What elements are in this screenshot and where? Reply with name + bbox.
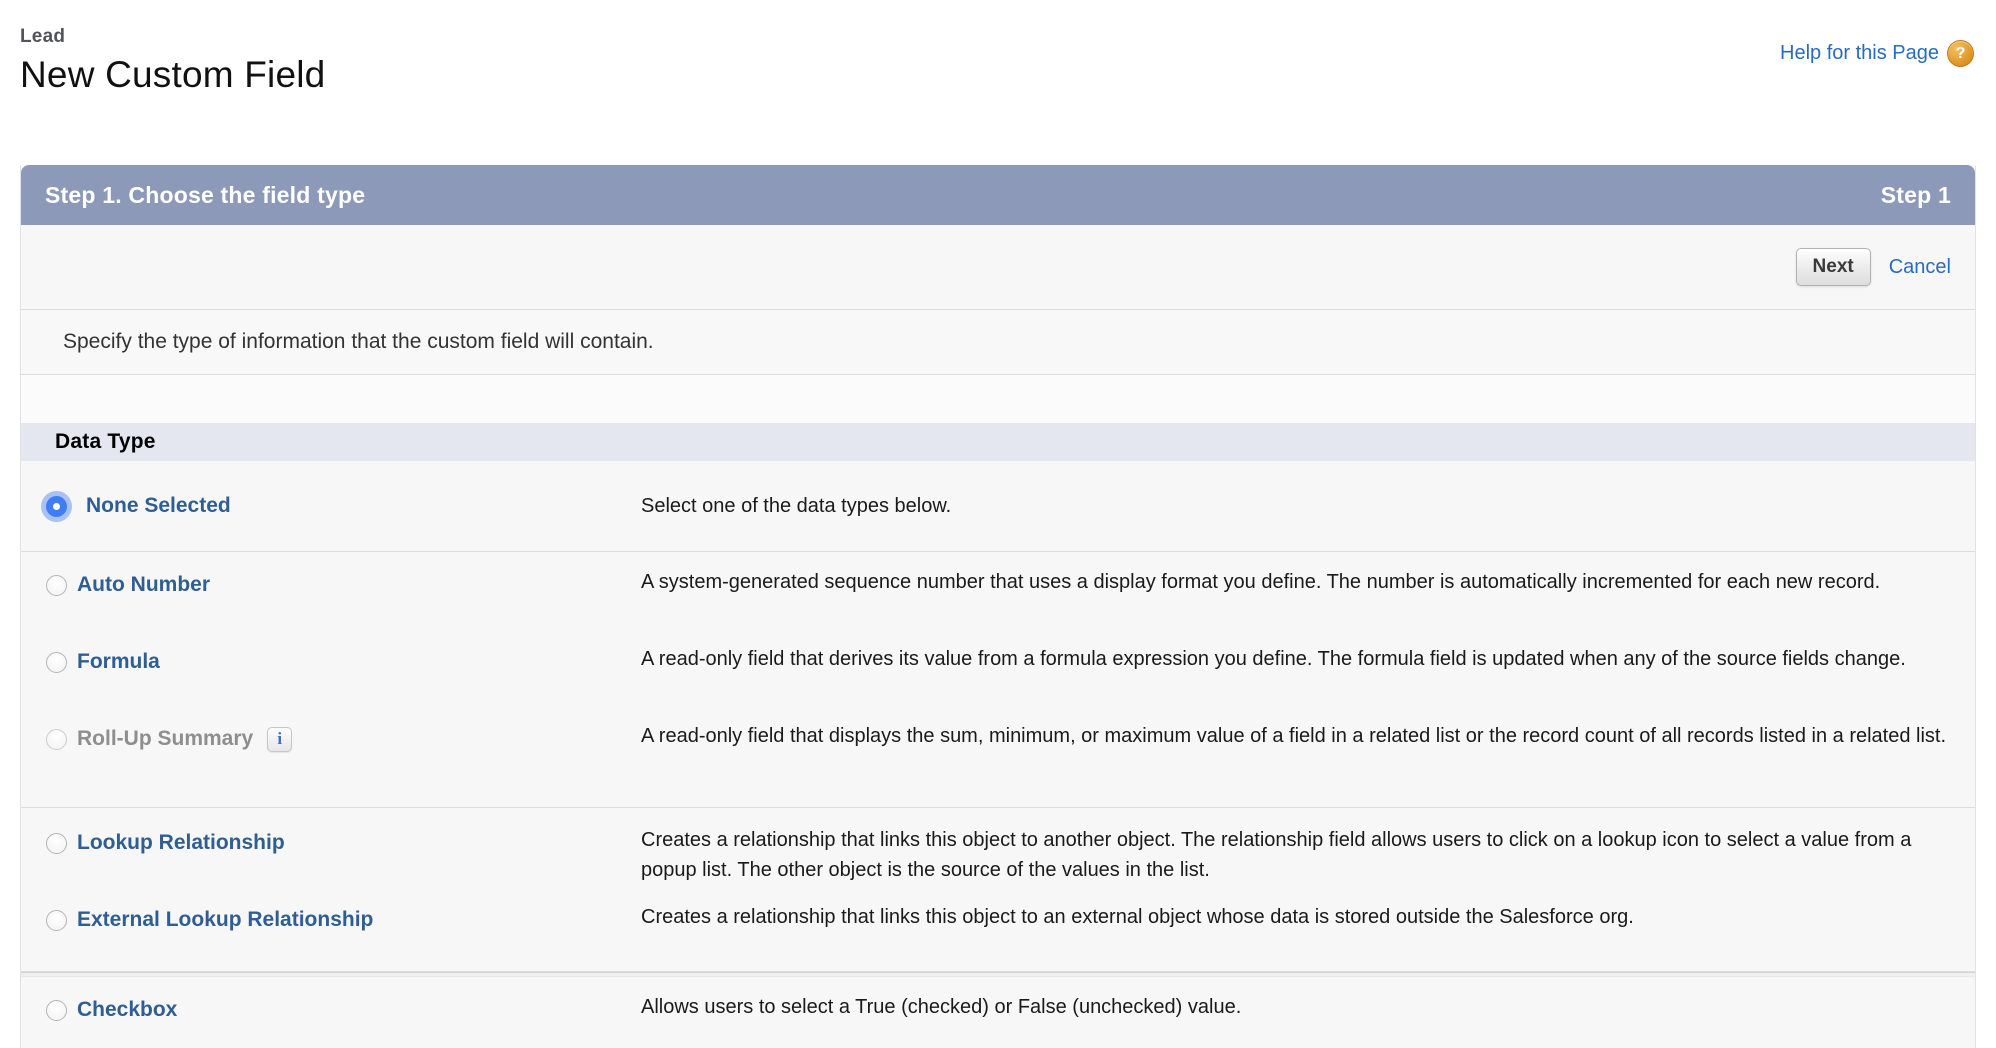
option-group-none: None Selected Select one of the data typ… [21,461,1975,552]
option-desc-external-lookup: Creates a relationship that links this o… [641,902,1951,932]
option-label-formula[interactable]: Formula [77,649,160,675]
radio-none-selected[interactable] [41,491,72,522]
option-label-checkbox[interactable]: Checkbox [77,997,177,1023]
help-icon[interactable]: ? [1947,40,1974,67]
instruction-row: Specify the type of information that the… [21,310,1975,375]
next-button[interactable]: Next [1796,248,1871,286]
option-label-none-selected[interactable]: None Selected [86,493,231,519]
option-label-external-lookup[interactable]: External Lookup Relationship [77,907,373,933]
option-row-rollup-summary: Roll-Up Summary i A read-only field that… [21,716,1975,793]
instruction-text: Specify the type of information that the… [63,330,654,354]
option-left: Roll-Up Summary i [46,726,641,752]
option-group-calculated: Auto Number A system-generated sequence … [21,552,1975,808]
page-header: Lead New Custom Field Help for this Page… [0,0,1996,165]
cancel-link[interactable]: Cancel [1889,256,1951,279]
step-bar-badge: Step 1 [1881,182,1951,209]
radio-auto-number[interactable] [46,575,67,596]
option-desc-formula: A read-only field that derives its value… [641,644,1951,674]
option-row-checkbox: Checkbox Allows users to select a True (… [21,987,1975,1048]
radio-rollup-summary [46,729,67,750]
breadcrumb: Lead [20,26,325,48]
option-label-rollup-summary: Roll-Up Summary [77,726,253,752]
option-desc-none-selected: Select one of the data types below. [641,491,1951,521]
step-header-bar: Step 1. Choose the field type Step 1 [21,165,1975,225]
option-left: Auto Number [46,572,641,598]
option-group-relationships: Lookup Relationship Creates a relationsh… [21,808,1975,972]
option-row-lookup-relationship: Lookup Relationship Creates a relationsh… [21,820,1975,897]
page-title: New Custom Field [20,54,325,96]
option-desc-lookup-relationship: Creates a relationship that links this o… [641,825,1951,885]
option-row-external-lookup: External Lookup Relationship Creates a r… [21,897,1975,953]
spacer-row [21,375,1975,423]
radio-external-lookup[interactable] [46,910,67,931]
option-left: External Lookup Relationship [46,907,641,933]
option-left: None Selected [46,491,641,522]
option-label-lookup-relationship[interactable]: Lookup Relationship [77,830,285,856]
step-bar-title: Step 1. Choose the field type [45,182,365,209]
option-left: Checkbox [46,997,641,1023]
radio-dot [46,496,67,517]
radio-checkbox[interactable] [46,1000,67,1021]
data-type-header-label: Data Type [55,430,156,454]
option-left: Formula [46,649,641,675]
step-1-panel: Step 1. Choose the field type Step 1 Nex… [20,165,1976,1048]
option-desc-auto-number: A system-generated sequence number that … [641,567,1951,597]
info-icon[interactable]: i [267,727,292,752]
help-for-this-page-link[interactable]: Help for this Page [1780,42,1939,65]
action-row: Next Cancel [21,225,1975,310]
option-group-checkbox: Checkbox Allows users to select a True (… [21,977,1975,1048]
radio-formula[interactable] [46,652,67,673]
help-area: Help for this Page ? [1780,40,1974,67]
option-desc-rollup-summary: A read-only field that displays the sum,… [641,721,1951,751]
option-left: Lookup Relationship [46,830,641,856]
option-row-none-selected: None Selected Select one of the data typ… [21,461,1975,551]
option-desc-checkbox: Allows users to select a True (checked) … [641,992,1951,1022]
option-label-auto-number[interactable]: Auto Number [77,572,210,598]
option-row-formula: Formula A read-only field that derives i… [21,639,1975,716]
option-row-auto-number: Auto Number A system-generated sequence … [21,562,1975,639]
data-type-section-header: Data Type [21,423,1975,461]
radio-lookup-relationship[interactable] [46,833,67,854]
title-block: Lead New Custom Field [20,26,325,96]
